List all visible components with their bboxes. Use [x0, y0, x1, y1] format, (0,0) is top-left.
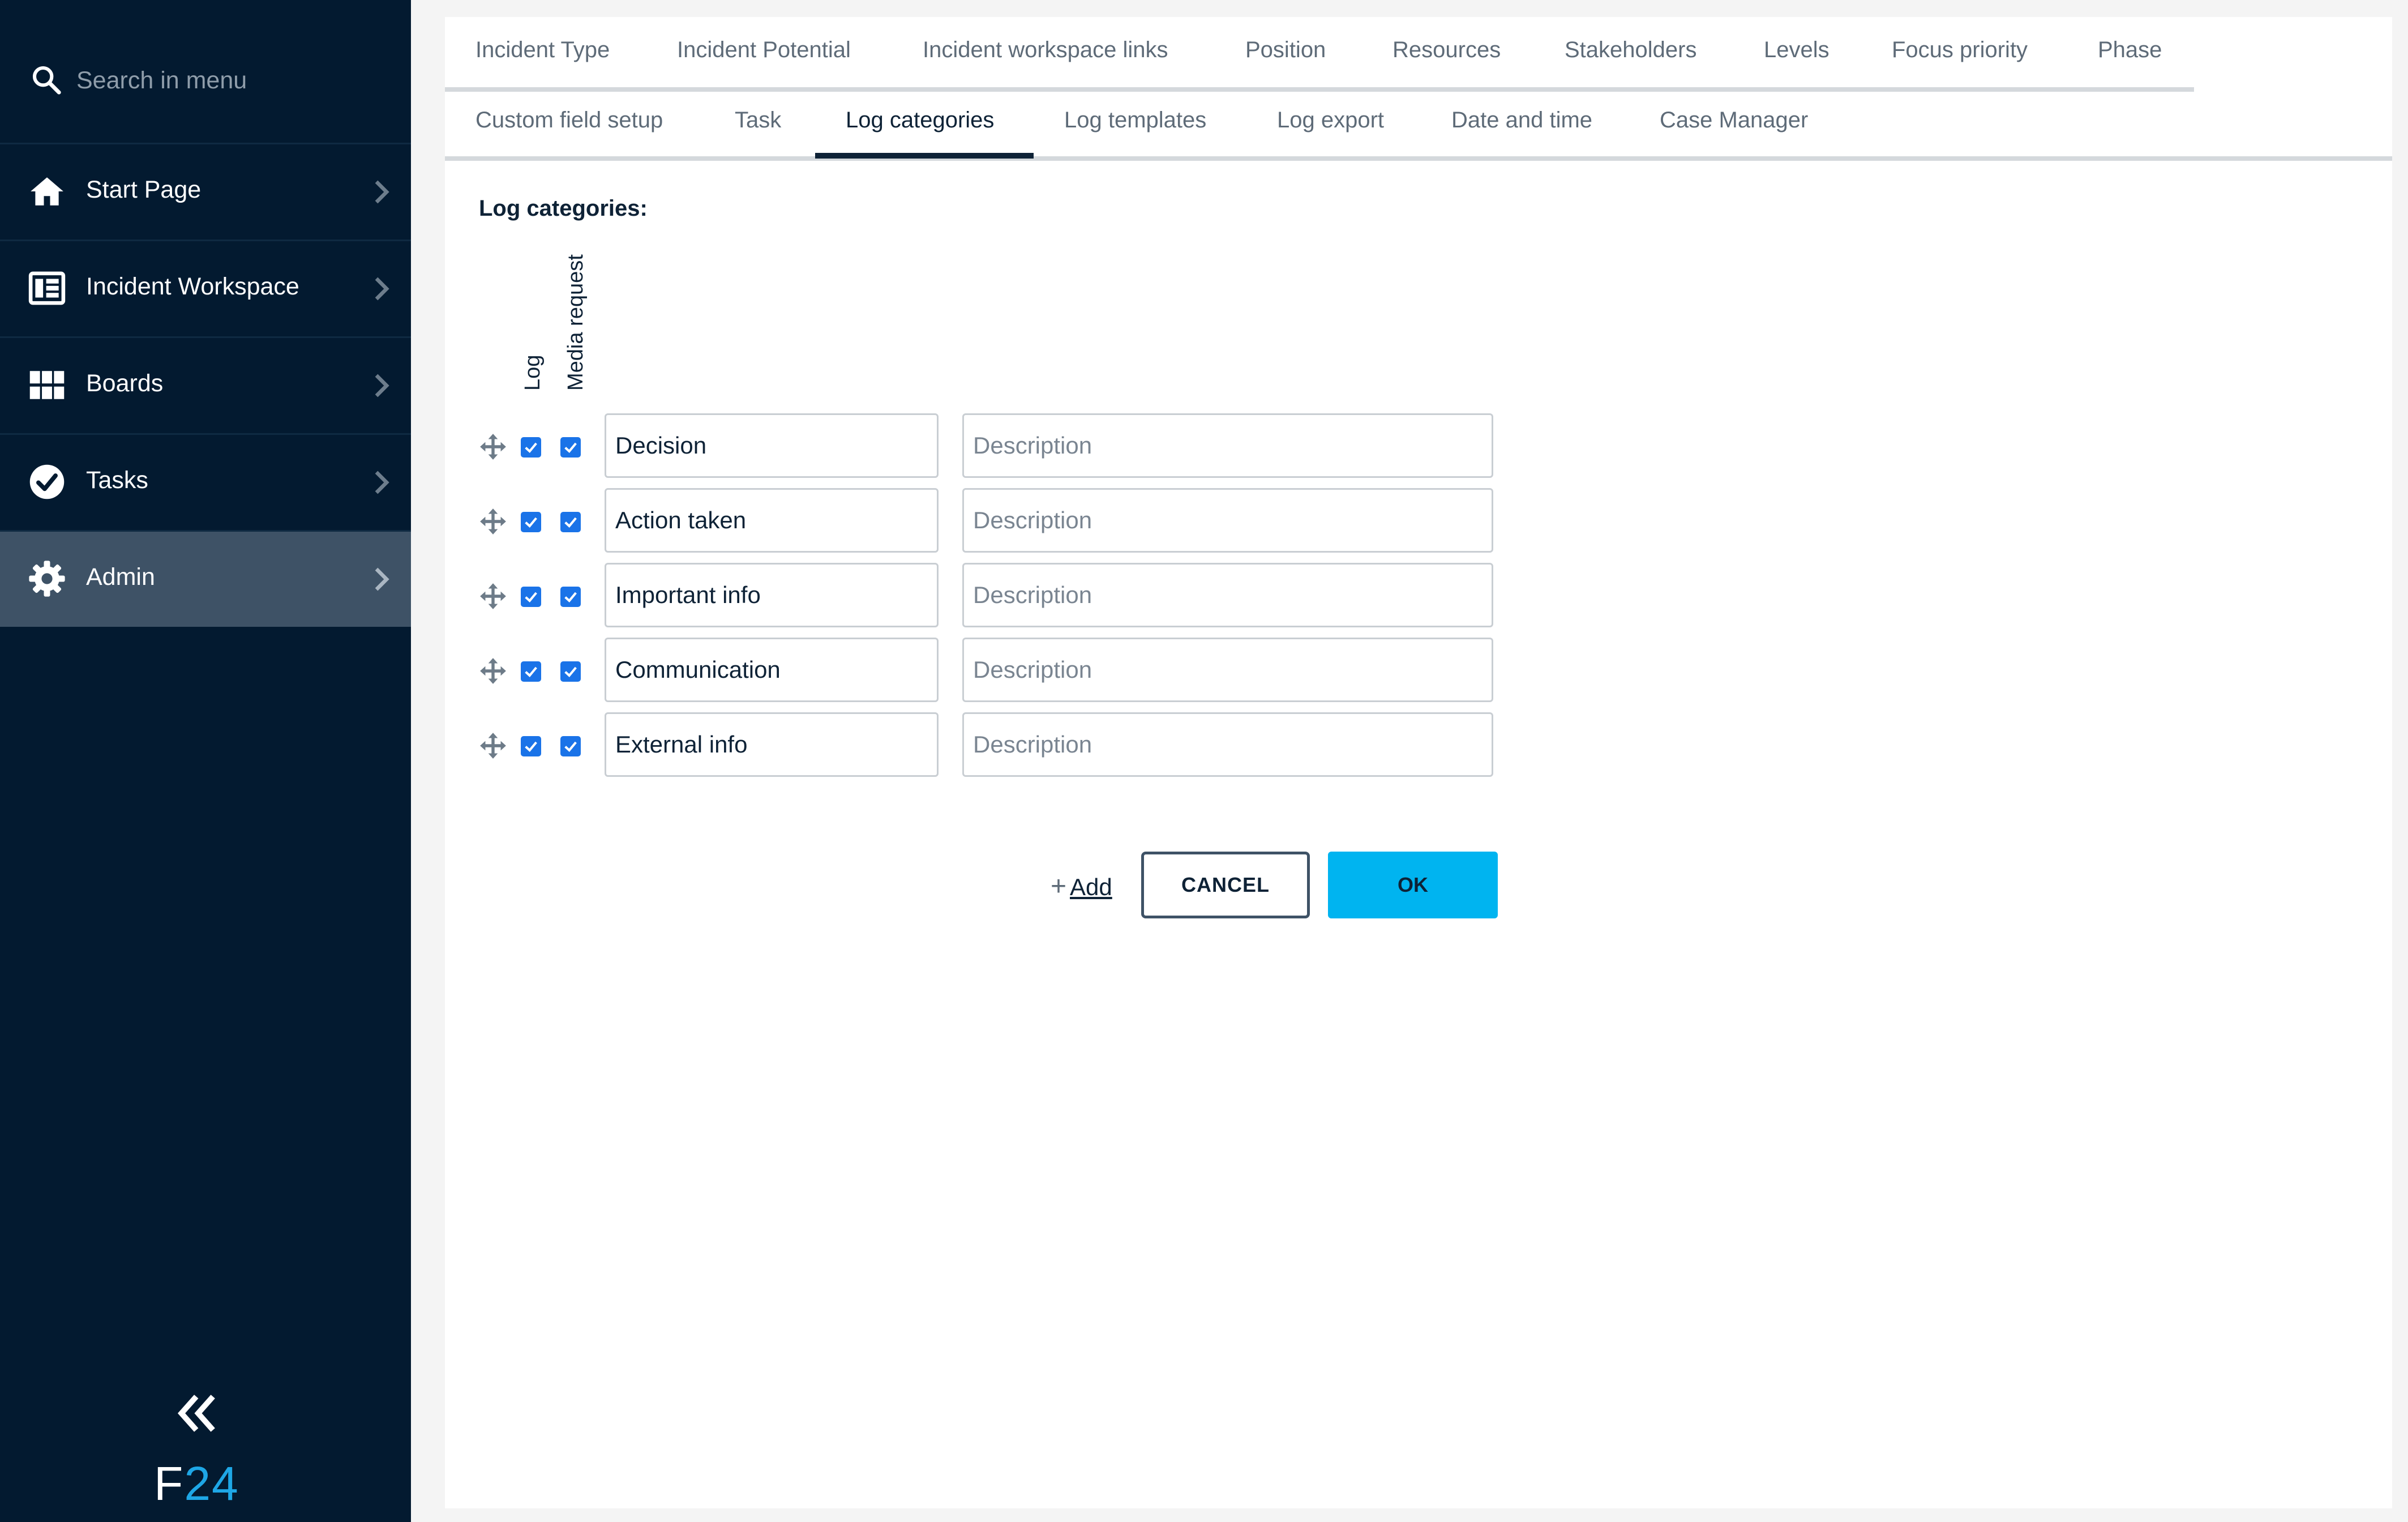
media-request-checkbox[interactable]	[560, 661, 581, 682]
tab-stakeholders[interactable]: Stakeholders	[1565, 37, 1696, 63]
nav-label: Incident Workspace	[86, 273, 299, 300]
checkmark-icon	[525, 666, 537, 677]
nav-label: Boards	[86, 370, 164, 397]
description-input[interactable]: Description	[962, 488, 1493, 553]
chevron-right-icon	[375, 374, 389, 397]
tab-phase[interactable]: Phase	[2098, 37, 2162, 63]
tab-log-templates[interactable]: Log templates	[1064, 108, 1206, 133]
description-input[interactable]: Description	[962, 638, 1493, 702]
tab-levels[interactable]: Levels	[1764, 37, 1829, 63]
drag-handle-icon[interactable]	[479, 507, 507, 536]
nav-label: Start Page	[86, 176, 202, 203]
drag-handle-icon[interactable]	[479, 657, 507, 685]
tab-incident-workspace-links[interactable]: Incident workspace links	[923, 37, 1168, 63]
tab-log-categories[interactable]: Log categories	[846, 108, 994, 133]
gear-icon	[29, 561, 65, 597]
media-request-checkbox[interactable]	[560, 587, 581, 607]
media-request-checkbox[interactable]	[560, 512, 581, 532]
log-category-row: Communication Description	[479, 638, 1951, 706]
log-checkbox[interactable]	[521, 736, 541, 756]
media-request-checkbox[interactable]	[560, 437, 581, 458]
log-checkbox[interactable]	[521, 512, 541, 532]
drag-handle-icon[interactable]	[479, 732, 507, 760]
chevron-right-icon	[375, 180, 389, 204]
checkmark-icon	[525, 517, 537, 528]
description-input[interactable]: Description	[962, 413, 1493, 478]
admin-panel: Incident Type Incident Potential Inciden…	[445, 17, 2392, 1508]
nav-item-boards[interactable]: Boards	[0, 338, 411, 435]
tab-resources[interactable]: Resources	[1392, 37, 1501, 63]
log-checkbox[interactable]	[521, 661, 541, 682]
tab-position[interactable]: Position	[1245, 37, 1326, 63]
chevron-right-icon	[375, 567, 389, 591]
category-name-input[interactable]: Communication	[605, 638, 939, 702]
logo-letter: F	[154, 1457, 185, 1510]
nav-label: Admin	[86, 563, 155, 591]
checkmark-icon	[564, 741, 577, 752]
sidebar: Search in menu Start Page Incident Works…	[0, 0, 411, 1522]
collapse-sidebar-icon[interactable]	[175, 1393, 221, 1434]
nav-item-start-page[interactable]: Start Page	[0, 144, 411, 241]
tab-focus-priority[interactable]: Focus priority	[1892, 37, 2028, 63]
tab-divider	[445, 87, 2194, 92]
drag-handle-icon[interactable]	[479, 582, 507, 610]
checkmark-icon	[525, 741, 537, 752]
checkmark-icon	[525, 442, 537, 453]
grid-icon	[29, 371, 65, 399]
search-icon	[32, 66, 61, 95]
cancel-button[interactable]: CANCEL	[1141, 852, 1310, 918]
nav-item-tasks[interactable]: Tasks	[0, 435, 411, 532]
category-name-input[interactable]: Important info	[605, 563, 939, 627]
tab-incident-potential[interactable]: Incident Potential	[677, 37, 851, 63]
media-request-checkbox[interactable]	[560, 736, 581, 756]
checkmark-icon	[564, 517, 577, 528]
workspace-icon	[28, 271, 66, 305]
column-header-media-request: Media request	[564, 254, 588, 391]
category-name-input[interactable]: External info	[605, 712, 939, 777]
checkmark-icon	[564, 592, 577, 602]
nav-item-admin[interactable]: Admin	[0, 532, 411, 627]
f24-logo: F24	[154, 1456, 239, 1511]
category-name-input[interactable]: Decision	[605, 413, 939, 478]
checkmark-icon	[525, 592, 537, 602]
chevron-right-icon	[375, 277, 389, 301]
search-input[interactable]: Search in menu	[76, 67, 247, 95]
menu-search[interactable]: Search in menu	[0, 0, 411, 144]
nav-item-incident-workspace[interactable]: Incident Workspace	[0, 241, 411, 338]
log-checkbox[interactable]	[521, 587, 541, 607]
home-icon	[31, 177, 63, 206]
tab-task[interactable]: Task	[735, 108, 781, 133]
checkmark-icon	[564, 442, 577, 453]
log-checkbox[interactable]	[521, 437, 541, 458]
log-category-row: Decision Description	[479, 413, 1951, 481]
tab-date-and-time[interactable]: Date and time	[1451, 108, 1592, 133]
description-input[interactable]: Description	[962, 563, 1493, 627]
log-category-row: Important info Description	[479, 563, 1951, 631]
section-title: Log categories:	[479, 196, 648, 221]
tab-incident-type[interactable]: Incident Type	[475, 37, 610, 63]
checkmark-icon	[564, 666, 577, 677]
tab-custom-field-setup[interactable]: Custom field setup	[475, 108, 663, 133]
tab-case-manager[interactable]: Case Manager	[1660, 108, 1808, 133]
log-category-row: Action taken Description	[479, 488, 1951, 556]
add-category-link[interactable]: + Add	[1051, 871, 1112, 902]
category-name-input[interactable]: Action taken	[605, 488, 939, 553]
tab-divider	[445, 156, 2392, 161]
active-tab-indicator	[815, 153, 1034, 159]
chevron-right-icon	[375, 471, 389, 494]
add-label: Add	[1070, 874, 1112, 900]
nav-label: Tasks	[86, 467, 148, 494]
logo-number: 24	[184, 1457, 239, 1510]
ok-button[interactable]: OK	[1328, 852, 1498, 918]
description-input[interactable]: Description	[962, 712, 1493, 777]
drag-handle-icon[interactable]	[479, 433, 507, 461]
log-category-row: External info Description	[479, 712, 1951, 780]
tab-log-export[interactable]: Log export	[1277, 108, 1384, 133]
column-header-log: Log	[521, 354, 545, 391]
plus-icon: +	[1051, 871, 1067, 901]
check-circle-icon	[29, 464, 65, 499]
